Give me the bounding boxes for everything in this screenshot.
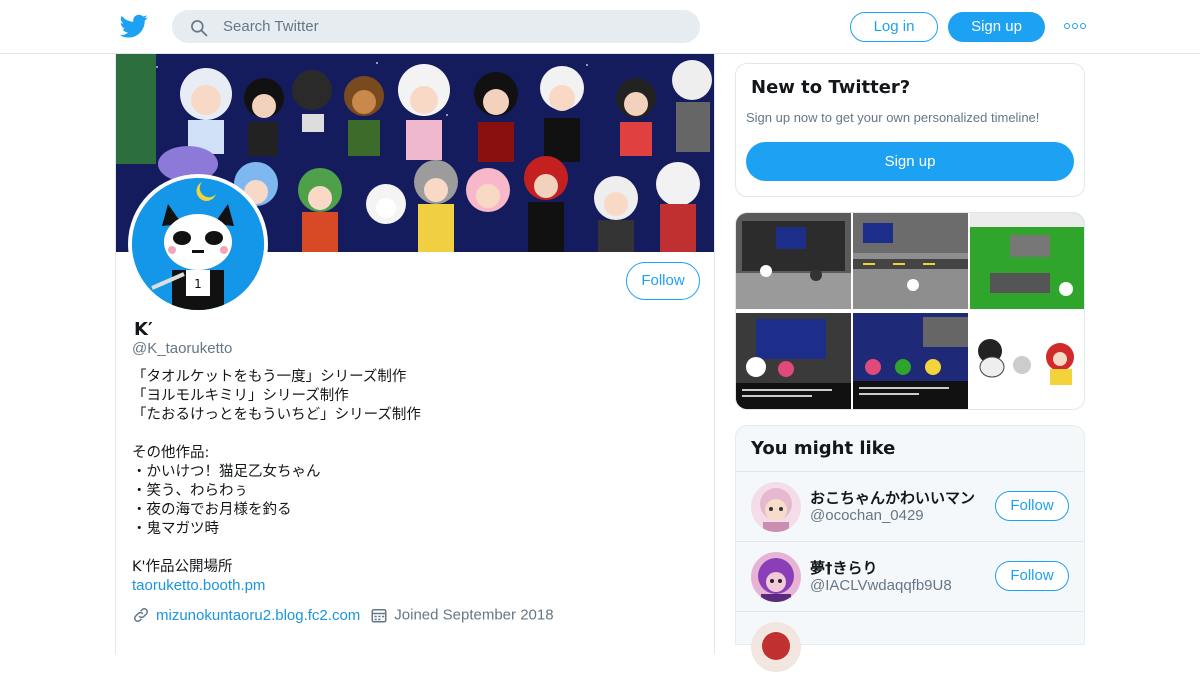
search-icon xyxy=(191,20,208,37)
suggestion-handle: @ocochan_0429 xyxy=(810,507,924,524)
media-thumbnail[interactable] xyxy=(736,313,851,409)
media-thumbnail[interactable] xyxy=(736,213,851,309)
avatar[interactable]: 1 xyxy=(128,174,268,314)
suggestion-handle: @IACLVwdaqqfb9U8 xyxy=(810,577,952,594)
bio-line: K'作品公開場所 xyxy=(132,559,233,575)
suggestion-name[interactable]: 夢†きらり xyxy=(810,557,878,578)
profile-bio: 「タオルケットをもう一度」シリーズ制作 「ヨルモルキミリ」シリーズ制作 「たおる… xyxy=(132,368,692,577)
new-to-twitter-card: New to Twitter? Sign up now to get your … xyxy=(735,63,1085,197)
twitter-bird-icon[interactable] xyxy=(119,12,149,40)
website-link[interactable]: mizunokuntaoru2.blog.fc2.com xyxy=(156,607,360,624)
bio-line xyxy=(132,425,692,444)
media-thumbnail[interactable] xyxy=(853,213,968,309)
bio-line: その他作品: xyxy=(132,445,210,461)
suggestion-item[interactable]: 夢†きらり @IACLVwdaqqfb9U8 Follow xyxy=(736,541,1084,611)
follow-button[interactable]: Follow xyxy=(626,262,700,300)
link-icon xyxy=(133,608,149,623)
signup-card-button[interactable]: Sign up xyxy=(746,142,1074,181)
pixel-panda-avatar-image: 1 xyxy=(132,178,264,310)
profile-meta: mizunokuntaoru2.blog.fc2.com Joined Sept… xyxy=(132,606,554,628)
profile-handle[interactable]: @K_taoruketto xyxy=(132,340,232,357)
bio-line: 「たおるけっとをもういちど」シリーズ制作 xyxy=(132,407,421,423)
bio-line: 「ヨルモルキミリ」シリーズ制作 xyxy=(132,388,349,404)
bio-link[interactable]: taoruketto.booth.pm xyxy=(132,577,265,594)
bio-line: ・笑う、わらわぅ xyxy=(132,483,248,499)
bio-line: ・夜の海でお月様を釣る xyxy=(132,502,292,518)
suggestions-title: You might like xyxy=(751,438,896,459)
suggestion-item[interactable]: おこちゃんかわいいマン @ocochan_0429 Follow xyxy=(736,471,1084,541)
bio-line: ・鬼マガツ時 xyxy=(132,521,219,537)
media-thumbnail[interactable] xyxy=(853,313,968,409)
profile-name: K′ xyxy=(134,319,153,340)
bio-line: 「タオルケットをもう一度」シリーズ制作 xyxy=(132,369,407,385)
suggestion-follow-button[interactable]: Follow xyxy=(995,491,1069,521)
search-box[interactable] xyxy=(172,10,700,43)
suggestion-name[interactable]: おこちゃんかわいいマン xyxy=(810,487,975,508)
search-input[interactable] xyxy=(223,11,683,42)
suggestions-panel: You might like おこちゃんかわいいマン @ocochan_0429… xyxy=(735,425,1085,672)
calendar-icon xyxy=(371,609,387,623)
svg-text:1: 1 xyxy=(194,277,202,291)
bio-line: ・かいけつ！猫足乙女ちゃん xyxy=(132,464,321,480)
more-dots-icon[interactable] xyxy=(1064,20,1086,34)
bio-line xyxy=(132,539,692,558)
suggestion-follow-button[interactable]: Follow xyxy=(995,561,1069,591)
suggestion-item[interactable] xyxy=(736,611,1084,681)
media-thumbnail[interactable] xyxy=(970,313,1084,409)
joined-date: Joined September 2018 xyxy=(394,606,554,624)
profile-card: 1 Follow K′ @K_taoruketto 「タオルケットをもう一度」シ… xyxy=(115,54,715,654)
media-grid xyxy=(735,212,1085,410)
top-navigation-bar: Log in Sign up xyxy=(0,0,1200,54)
anime-girl-avatar[interactable] xyxy=(751,482,801,532)
purple-hair-avatar[interactable] xyxy=(751,552,801,602)
signup-button[interactable]: Sign up xyxy=(948,12,1045,42)
signup-card-subtitle: Sign up now to get your own personalized… xyxy=(746,110,1040,125)
signup-card-title: New to Twitter? xyxy=(751,77,911,98)
login-button[interactable]: Log in xyxy=(850,12,938,42)
media-thumbnail[interactable] xyxy=(970,213,1084,309)
